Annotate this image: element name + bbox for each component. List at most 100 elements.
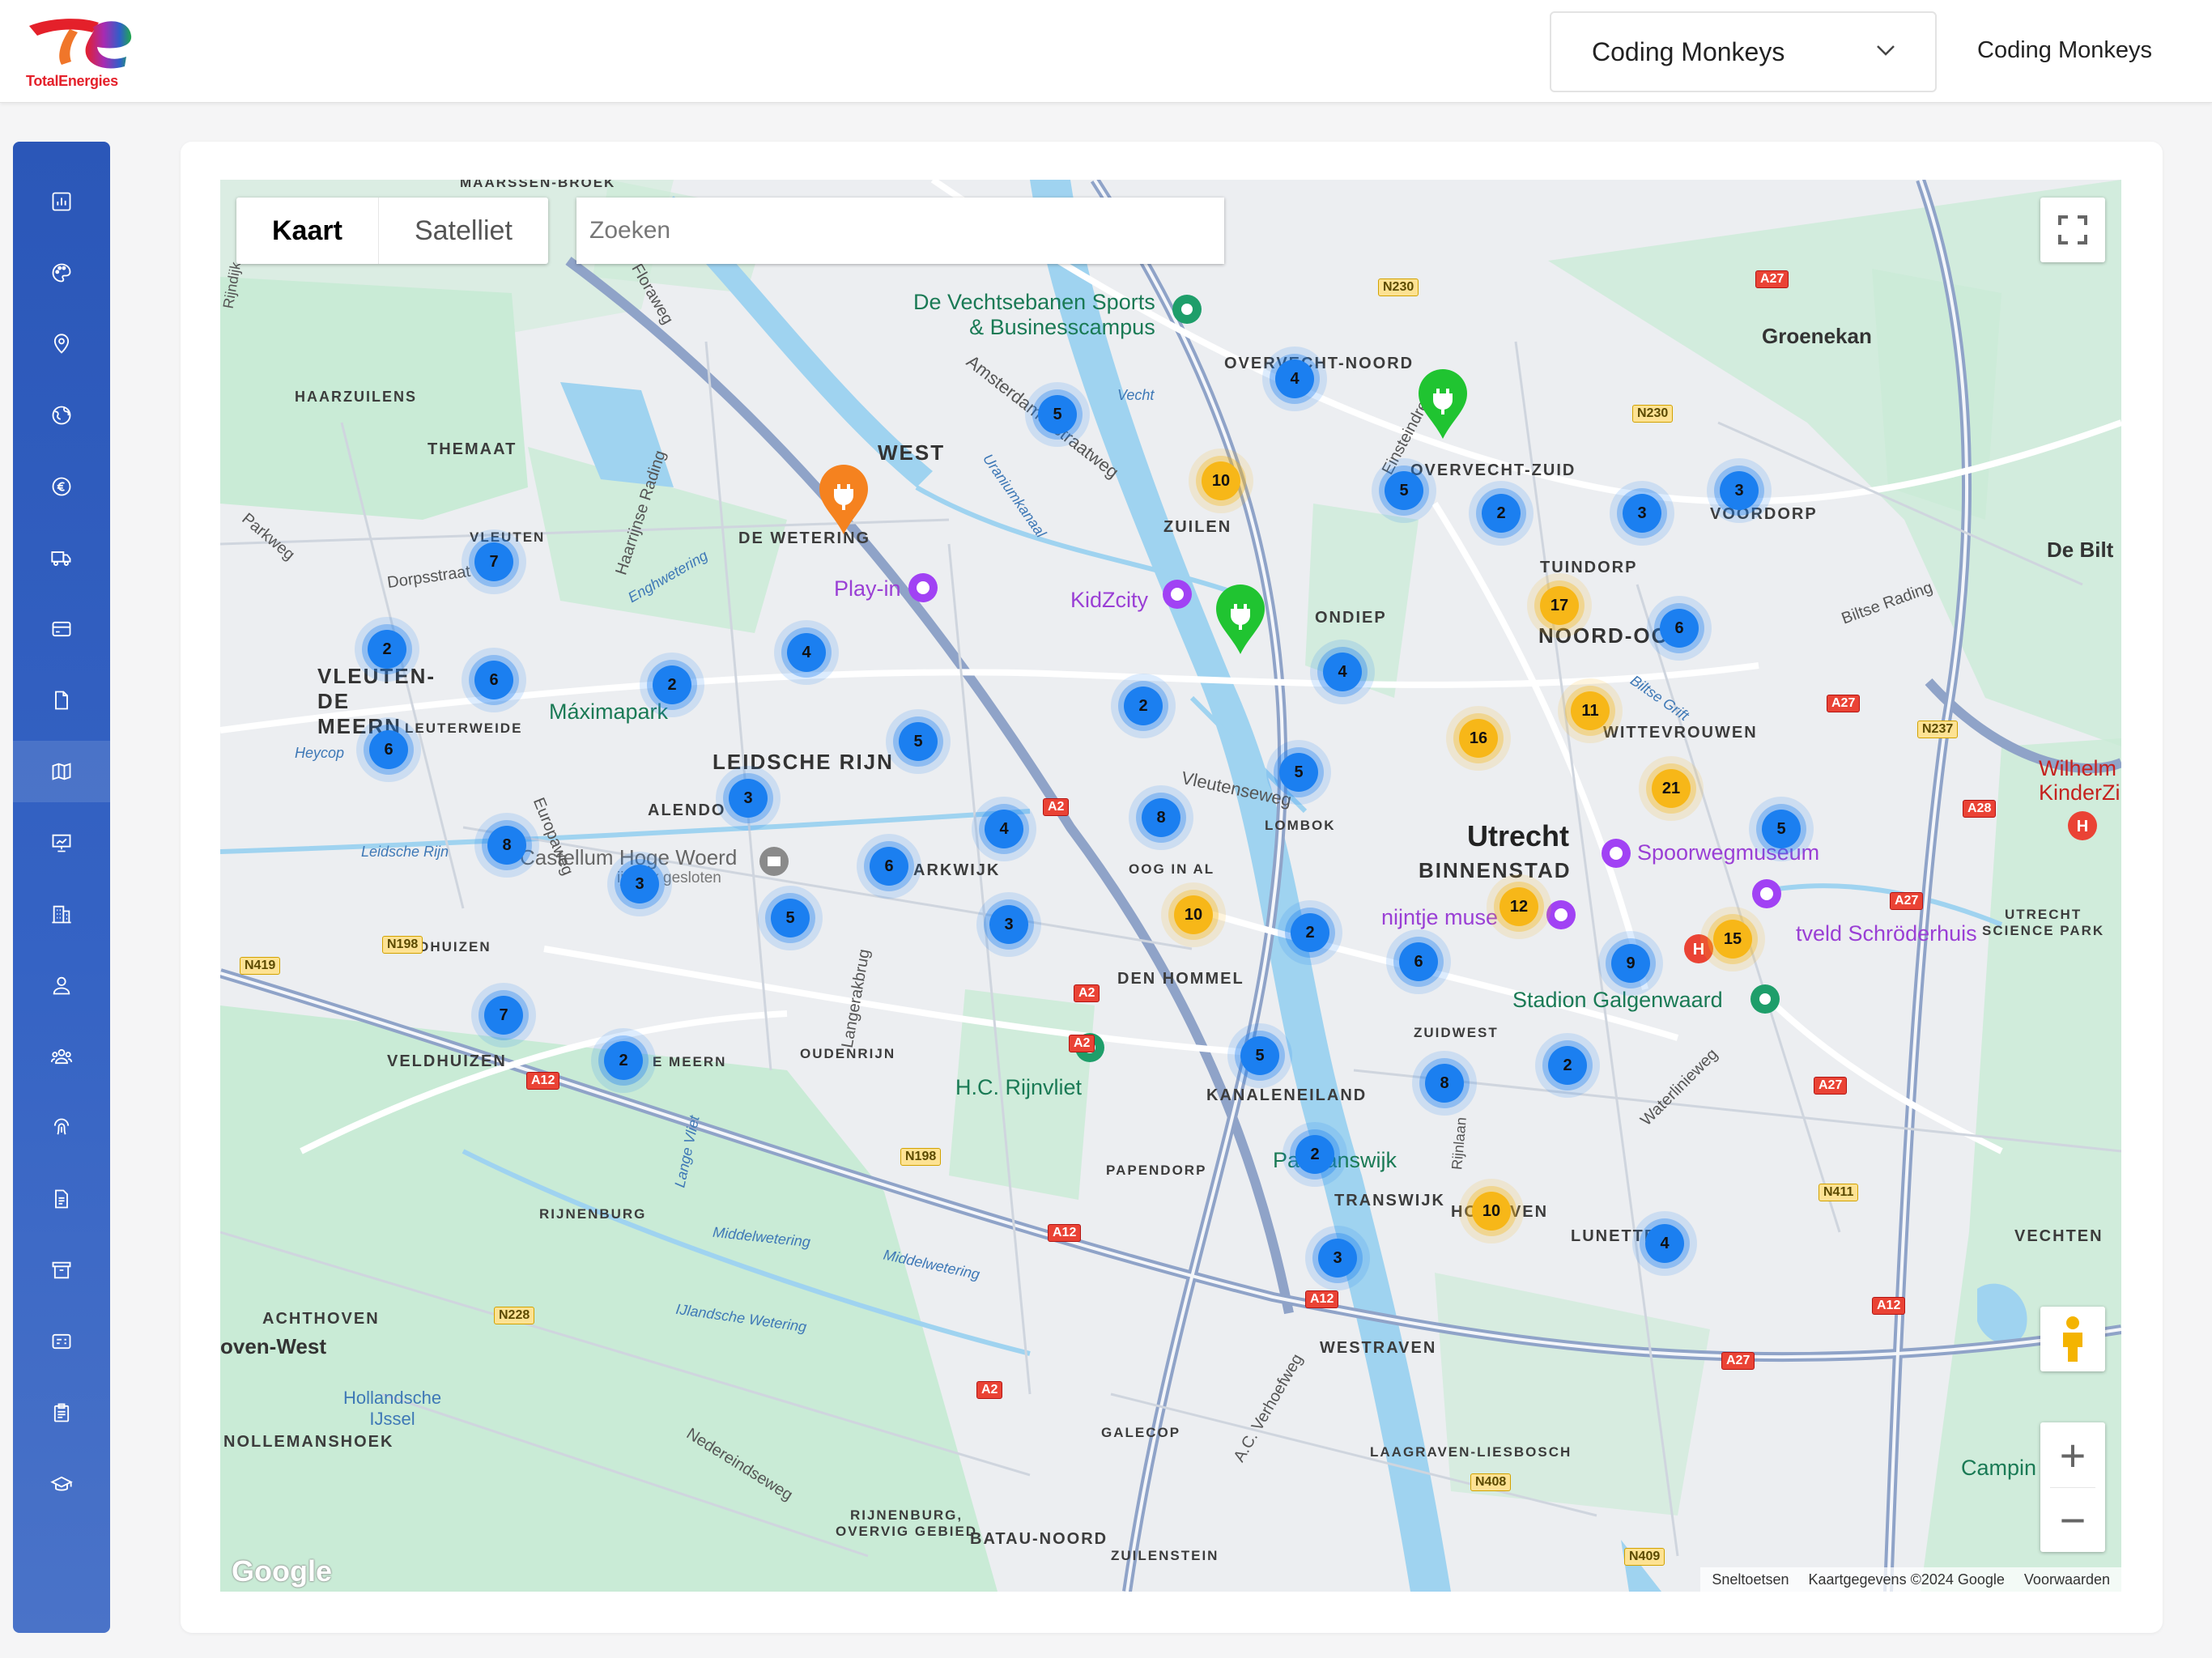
nav-dashboard[interactable] <box>13 171 110 232</box>
cluster-marker[interactable]: 7 <box>474 542 513 581</box>
cluster-marker[interactable]: 11 <box>1571 691 1610 730</box>
cluster-marker[interactable]: 2 <box>653 665 691 704</box>
poi-stadion-galgenwaard[interactable]: Stadion Galgenwaard <box>1512 988 1723 1013</box>
cluster-marker[interactable]: 2 <box>1291 913 1329 952</box>
purple-poi-marker-icon[interactable] <box>907 572 939 608</box>
cluster-marker[interactable]: 2 <box>1295 1135 1334 1174</box>
poi-hc-rijnvliet[interactable]: H.C. Rijnvliet <box>955 1075 1082 1100</box>
fullscreen-button[interactable] <box>2040 198 2105 262</box>
user-name[interactable]: Coding Monkeys <box>1977 37 2152 64</box>
cluster-marker[interactable]: 16 <box>1459 719 1498 758</box>
cluster-marker[interactable]: 8 <box>487 826 526 865</box>
cluster-marker[interactable]: 4 <box>1645 1224 1684 1263</box>
nav-delivery[interactable] <box>13 527 110 589</box>
cluster-marker[interactable]: 5 <box>771 899 810 937</box>
zoom-in-button[interactable]: + <box>2040 1422 2105 1487</box>
nav-cards[interactable] <box>13 598 110 660</box>
cluster-marker[interactable]: 10 <box>1174 895 1213 934</box>
nav-access[interactable] <box>13 1097 110 1158</box>
nav-companies[interactable] <box>13 883 110 945</box>
cluster-marker[interactable]: 17 <box>1540 586 1579 625</box>
nav-globe[interactable] <box>13 385 110 446</box>
google-map[interactable]: Utrecht BINNENSTAD WEST ZUILEN OVERVECHT… <box>220 180 2121 1592</box>
cluster-marker[interactable]: 15 <box>1713 920 1752 959</box>
cluster-marker[interactable]: 5 <box>1038 395 1077 434</box>
nav-palette[interactable] <box>13 242 110 304</box>
cluster-marker[interactable]: 3 <box>1720 471 1759 510</box>
cluster-marker[interactable]: 8 <box>1142 798 1180 837</box>
nav-locations[interactable] <box>13 313 110 375</box>
nav-documents[interactable] <box>13 670 110 731</box>
cluster-marker[interactable]: 4 <box>1323 653 1362 691</box>
hospital-icon[interactable]: H <box>1682 933 1715 969</box>
poi-schroderhuis[interactable]: tveld Schröderhuis <box>1796 921 1977 946</box>
cluster-marker[interactable]: 6 <box>369 730 408 769</box>
poi-park-transwijk[interactable]: Pa Transwijk <box>1273 1148 1397 1173</box>
poi-vechtsebanen[interactable]: De Vechtsebanen Sports & Businesscampus <box>913 290 1155 340</box>
cluster-marker[interactable]: 4 <box>787 633 826 672</box>
cluster-marker[interactable]: 7 <box>484 996 523 1035</box>
museum-icon[interactable] <box>758 845 790 882</box>
keyboard-shortcuts-link[interactable]: Sneltoetsen <box>1712 1571 1789 1588</box>
green-poi-marker-icon[interactable] <box>1171 293 1203 329</box>
cluster-marker[interactable]: 2 <box>1482 494 1521 533</box>
cluster-marker[interactable]: 6 <box>474 661 513 699</box>
cluster-marker[interactable]: 6 <box>1660 609 1699 648</box>
cluster-marker[interactable]: 5 <box>1240 1036 1279 1075</box>
poi-kidzcity[interactable]: KidZcity <box>1070 588 1148 613</box>
street-view-pegman-button[interactable] <box>2040 1307 2105 1371</box>
purple-poi-marker-icon[interactable] <box>1161 578 1193 614</box>
cluster-marker[interactable]: 6 <box>870 847 908 886</box>
cluster-marker[interactable]: 4 <box>1275 359 1314 398</box>
nav-tasks[interactable] <box>13 1382 110 1443</box>
terms-link[interactable]: Voorwaarden <box>2024 1571 2110 1588</box>
purple-poi-marker-icon[interactable] <box>1750 878 1783 914</box>
map-search-input[interactable] <box>576 198 1224 264</box>
charging-station-marker-green[interactable] <box>1214 583 1266 660</box>
map-type-kaart-button[interactable]: Kaart <box>236 198 379 264</box>
cluster-marker[interactable]: 2 <box>1548 1046 1587 1085</box>
cluster-marker[interactable]: 2 <box>1124 687 1163 725</box>
map-type-satelliet-button[interactable]: Satelliet <box>379 198 548 264</box>
charging-station-marker-green[interactable] <box>1417 368 1469 444</box>
cluster-marker[interactable]: 10 <box>1472 1192 1511 1231</box>
poi-nijntje-museum[interactable]: nijntje muse <box>1381 905 1498 930</box>
cluster-marker[interactable]: 2 <box>604 1041 643 1080</box>
zoom-out-button[interactable]: − <box>2040 1487 2105 1552</box>
cluster-marker[interactable]: 8 <box>1425 1064 1464 1103</box>
cluster-marker[interactable]: 9 <box>1611 944 1650 983</box>
hospital-icon[interactable]: H <box>2066 810 2099 846</box>
cluster-marker[interactable]: 5 <box>1762 810 1801 848</box>
charging-station-marker-orange[interactable] <box>818 463 870 540</box>
nav-reports[interactable] <box>13 812 110 874</box>
purple-poi-marker-icon[interactable] <box>1545 899 1577 935</box>
cluster-marker[interactable]: 3 <box>1318 1239 1357 1278</box>
poi-wilhelmina-kinderziekenhuis[interactable]: Wilhelm KinderZi <box>2039 756 2121 805</box>
poi-camping[interactable]: Campin <box>1961 1456 2036 1481</box>
cluster-marker[interactable]: 6 <box>1399 942 1438 981</box>
poi-maximapark[interactable]: Máximapark <box>549 699 668 725</box>
cluster-marker[interactable]: 4 <box>985 810 1023 848</box>
cluster-marker[interactable]: 10 <box>1202 461 1240 500</box>
stadium-icon[interactable] <box>1749 983 1781 1019</box>
nav-finance[interactable] <box>13 456 110 517</box>
cluster-marker[interactable]: 3 <box>989 905 1028 944</box>
purple-poi-marker-icon[interactable] <box>1600 837 1632 874</box>
poi-play-in[interactable]: Play-in <box>834 576 901 602</box>
cluster-marker[interactable]: 3 <box>1623 494 1661 533</box>
cluster-marker[interactable]: 3 <box>620 865 659 903</box>
nav-invoices[interactable] <box>13 1168 110 1230</box>
nav-profile[interactable] <box>13 954 110 1016</box>
cluster-marker[interactable]: 5 <box>1385 471 1423 510</box>
nav-archive[interactable] <box>13 1239 110 1301</box>
cluster-marker[interactable]: 12 <box>1499 887 1538 926</box>
cluster-marker[interactable]: 21 <box>1652 769 1691 808</box>
cluster-marker[interactable]: 3 <box>729 779 768 818</box>
nav-users[interactable] <box>13 1026 110 1087</box>
organization-select[interactable]: Coding Monkeys <box>1550 11 1937 92</box>
nav-badges[interactable] <box>13 1311 110 1372</box>
cluster-marker[interactable]: 5 <box>899 722 938 761</box>
cluster-marker[interactable]: 5 <box>1279 753 1318 792</box>
nav-map[interactable] <box>13 741 110 802</box>
nav-training[interactable] <box>13 1453 110 1515</box>
